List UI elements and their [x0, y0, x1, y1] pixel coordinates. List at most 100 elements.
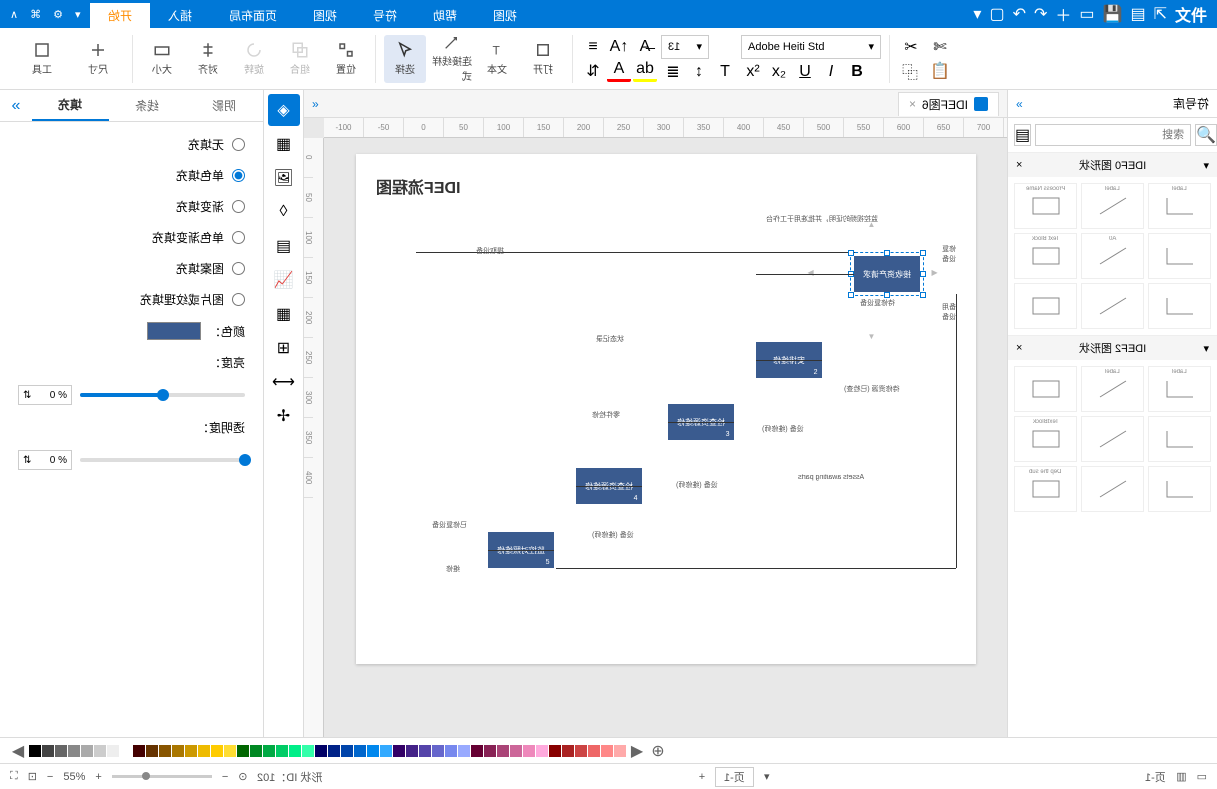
color-swatch-37[interactable] — [510, 745, 522, 757]
settings-icon[interactable]: ⚙ — [53, 8, 63, 21]
expand-tabs-icon[interactable]: » — [312, 97, 319, 111]
fill-option-5[interactable]: 图片或纹理填充 — [18, 291, 245, 308]
notes-icon[interactable]: ▤ — [268, 230, 300, 262]
tools-button[interactable]: 工具 — [16, 35, 68, 83]
color-swatch-41[interactable] — [562, 745, 574, 757]
undo-icon[interactable]: ↶ — [1013, 4, 1026, 24]
shape-button[interactable]: 打开 — [522, 35, 564, 83]
page-menu-icon[interactable]: ▾ — [764, 770, 770, 783]
fill-option-1[interactable]: 单色填充 — [18, 167, 245, 184]
select-button[interactable]: 选择 — [384, 35, 426, 83]
print-icon[interactable]: ▤ — [1130, 4, 1145, 24]
color-swatch-3[interactable] — [68, 745, 80, 757]
menu-tab-6[interactable]: 视图 — [475, 3, 535, 28]
color-swatch-6[interactable] — [107, 745, 119, 757]
color-picker-icon[interactable]: ⊕ — [648, 741, 668, 761]
library-menu-icon[interactable]: ▤ — [1014, 124, 1031, 146]
shape-1-6[interactable]: Dep the sub — [1014, 466, 1077, 512]
vertical-text-icon[interactable]: ↕ — [687, 61, 711, 83]
paste-icon[interactable]: 📋 — [928, 60, 952, 82]
color-swatch-18[interactable] — [263, 745, 275, 757]
page-tab[interactable]: 页-1 — [715, 767, 754, 787]
color-swatch-27[interactable] — [380, 745, 392, 757]
color-swatch-1[interactable] — [42, 745, 54, 757]
font-size-input[interactable]: 13▾ — [661, 35, 709, 59]
canvas[interactable]: IDEF流程图 监控视频的证明，并批准用于工作台 ▲ ▶ ◀ ▼ 接收资产请求安… — [324, 138, 1007, 737]
color-swatch-10[interactable] — [159, 745, 171, 757]
fill-option-0[interactable]: 无填充 — [18, 136, 245, 153]
panel-collapse-icon[interactable]: « — [1016, 97, 1023, 111]
layers-icon[interactable]: ◊ — [268, 196, 300, 228]
color-swatch-42[interactable] — [575, 745, 587, 757]
color-swatch-34[interactable] — [471, 745, 483, 757]
shape-0-4[interactable]: A0 — [1081, 233, 1144, 279]
color-swatch-13[interactable] — [198, 745, 210, 757]
color-swatch-17[interactable] — [250, 745, 262, 757]
color-swatch-26[interactable] — [367, 745, 379, 757]
zoom-minus-icon[interactable]: − — [222, 771, 228, 783]
fill-tab[interactable]: 填充 — [32, 90, 109, 121]
ruler-icon[interactable]: ⟷ — [268, 366, 300, 398]
shape-1-3[interactable]: TextBlock — [1014, 416, 1077, 462]
close-tab-icon[interactable]: × — [909, 97, 916, 111]
color-swatch-25[interactable] — [354, 745, 366, 757]
apps-icon[interactable]: ⌘ — [30, 8, 41, 21]
image-icon[interactable]: 🖼 — [268, 162, 300, 194]
shadow-tab[interactable]: 阴影 — [186, 90, 263, 121]
minimize-icon[interactable]: ∧ — [10, 8, 18, 21]
rotate-button[interactable]: 旋转 — [233, 35, 275, 83]
opacity-slider[interactable] — [80, 458, 245, 462]
fill-tool-icon[interactable]: ◈ — [268, 94, 300, 126]
font-size-up-icon[interactable]: A↑ — [607, 36, 631, 58]
table-icon[interactable]: ▦ — [268, 298, 300, 330]
color-swatch-24[interactable] — [341, 745, 353, 757]
shape-0-0[interactable]: Process Name — [1014, 183, 1077, 229]
align-left-icon[interactable]: ≡ — [581, 36, 605, 58]
shape-0-1[interactable]: Label — [1081, 183, 1144, 229]
color-swatch-39[interactable] — [536, 745, 548, 757]
color-next-icon[interactable]: ▶ — [627, 741, 647, 761]
color-prev-icon[interactable]: ◀ — [8, 741, 28, 761]
qat-icon[interactable]: ▢ — [989, 4, 1004, 24]
redo-icon[interactable]: ↷ — [1034, 4, 1047, 24]
shape-1-7[interactable] — [1081, 466, 1144, 512]
font-color-icon[interactable]: A — [607, 60, 631, 82]
menu-tab-5[interactable]: 帮助 — [415, 3, 475, 28]
fill-option-3[interactable]: 单色渐变填充 — [18, 229, 245, 246]
superscript-icon[interactable]: x² — [741, 61, 765, 83]
color-swatch-5[interactable] — [94, 745, 106, 757]
shape-0-3[interactable]: Text Block — [1014, 233, 1077, 279]
chart-icon[interactable]: 📈 — [268, 264, 300, 296]
bold-icon[interactable]: B — [845, 61, 869, 83]
shape-0-5[interactable] — [1148, 233, 1211, 279]
color-swatch-22[interactable] — [315, 745, 327, 757]
format-painter-icon[interactable]: ✂ — [898, 36, 924, 58]
color-swatch-2[interactable] — [55, 745, 67, 757]
font-strike-icon[interactable]: A̶ — [633, 36, 657, 58]
fill-option-4[interactable]: 图案填充 — [18, 260, 245, 277]
dropdown-icon[interactable]: ▾ — [75, 8, 81, 21]
shape-1-1[interactable]: Label — [1081, 366, 1144, 412]
size-button[interactable]: 大小 — [141, 35, 183, 83]
text-button[interactable]: T文本 — [476, 35, 518, 83]
nav-up-icon[interactable]: ▲ — [868, 220, 884, 236]
color-swatch-32[interactable] — [445, 745, 457, 757]
shape-1-4[interactable] — [1081, 416, 1144, 462]
shape-0-8[interactable] — [1148, 283, 1211, 329]
brightness-slider[interactable] — [80, 393, 245, 397]
color-swatch-43[interactable] — [588, 745, 600, 757]
cut-icon[interactable]: ✄ — [928, 36, 952, 58]
shape-0-2[interactable]: Label — [1148, 183, 1211, 229]
zoom-reset-icon[interactable]: ⊙ — [238, 770, 247, 783]
align-button[interactable]: 对齐 — [187, 35, 229, 83]
line-height-icon[interactable]: ⇵ — [581, 60, 605, 82]
color-swatch-23[interactable] — [328, 745, 340, 757]
new-icon[interactable]: ＋ — [1055, 2, 1071, 26]
color-swatch-0[interactable] — [29, 745, 41, 757]
shape-0-7[interactable] — [1081, 283, 1144, 329]
color-swatch-14[interactable] — [211, 745, 223, 757]
selection-box[interactable] — [850, 252, 924, 296]
outline-icon[interactable]: ▭ — [1197, 770, 1207, 783]
color-swatch-15[interactable] — [224, 745, 236, 757]
zoom-slider[interactable] — [112, 775, 212, 778]
